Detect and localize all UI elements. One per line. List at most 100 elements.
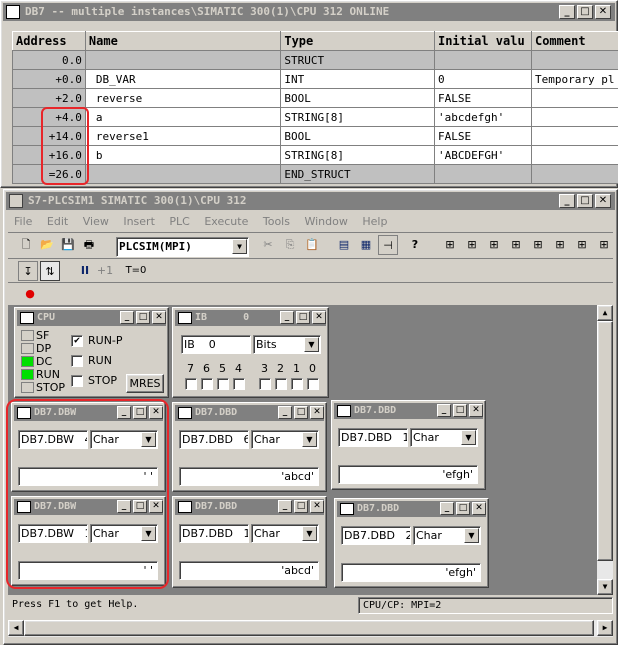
insert-generic-icon[interactable]: ⊞ [550,235,570,255]
row-name[interactable]: a [84,107,282,127]
row-type[interactable]: STRING[8] [280,145,435,165]
menu-help[interactable]: Help [362,215,387,228]
row-initial[interactable] [433,164,532,184]
row-comment[interactable] [530,126,618,146]
chevron-down-icon[interactable]: ▼ [464,528,479,543]
bit-checkbox[interactable] [233,378,245,390]
format-select[interactable]: Char ▼ [410,428,478,447]
save-icon[interactable]: 💾 [58,235,78,255]
bit-checkbox[interactable] [275,378,287,390]
insert-input-icon[interactable]: ⊞ [440,235,460,255]
address-input[interactable]: DB7.DBD 18 [179,524,249,543]
var-panel-titlebar[interactable]: DB7.DBD _ □ ✕ [175,499,324,515]
print-icon[interactable]: 🖶 [79,235,99,255]
row-comment[interactable]: Temporary pl [530,69,618,89]
row-comment[interactable] [530,164,618,184]
row-initial[interactable]: 0 [433,69,532,89]
mres-button[interactable]: MRES [126,374,164,393]
stop-checkbox[interactable] [71,375,83,387]
address-input[interactable]: DB7.DBW 4 [18,430,88,449]
row-comment[interactable] [530,107,618,127]
row-initial[interactable]: FALSE [433,126,532,146]
bit-checkbox[interactable] [291,378,303,390]
var-panel-titlebar[interactable]: DB7.DBD _ □ ✕ [334,403,483,419]
row-name[interactable]: reverse1 [84,126,282,146]
close-button[interactable]: ✕ [149,500,163,513]
h-scroll-thumb[interactable] [24,620,594,636]
chevron-down-icon[interactable]: ▼ [302,432,317,447]
minimize-button[interactable]: _ [440,502,454,515]
maximize-button[interactable]: □ [294,500,308,513]
chevron-down-icon[interactable]: ▼ [461,430,476,445]
scroll-up-button[interactable]: ▲ [597,305,613,321]
format-select[interactable]: Char ▼ [251,524,319,543]
menu-edit[interactable]: Edit [47,215,68,228]
menu-tools[interactable]: Tools [263,215,290,228]
var-panel-titlebar[interactable]: DB7.DBW _ □ ✕ [14,499,163,515]
ib-address-input[interactable]: IB 0 [181,335,251,354]
continuous-scan-icon[interactable]: ⇅ [40,261,60,281]
col-comment[interactable]: Comment [530,31,618,51]
format-select[interactable]: Char ▼ [251,430,319,449]
db-window-titlebar[interactable]: DB7 -- multiple instances\SIMATIC 300(1)… [3,3,615,21]
minimize-button[interactable]: _ [278,500,292,513]
table-row[interactable]: 0.0 STRUCT [12,50,618,70]
row-name[interactable]: b [84,145,282,165]
insert-output-icon[interactable]: ⊞ [462,235,482,255]
insert-vertical-bits-icon[interactable]: ⊞ [572,235,592,255]
var-panel-titlebar[interactable]: DB7.DBD _ □ ✕ [337,501,486,517]
new-icon[interactable]: 🗋 [16,235,36,255]
close-button[interactable]: ✕ [310,406,324,419]
cpu-panel-titlebar[interactable]: CPU _ □ ✕ [17,310,166,326]
scroll-left-button[interactable]: ◀ [8,620,24,636]
ib-minimize-button[interactable]: _ [280,311,294,324]
row-name[interactable]: reverse [84,88,282,108]
minimize-button[interactable]: _ [117,406,131,419]
close-button[interactable]: ✕ [469,404,483,417]
row-name[interactable] [84,164,282,184]
single-scan-icon[interactable]: ↧ [18,261,38,281]
next-scan-button[interactable]: +1 [95,261,115,281]
row-comment[interactable] [530,50,618,70]
row-initial[interactable]: FALSE [433,88,532,108]
help-icon[interactable]: ? [405,235,425,255]
pin-icon[interactable]: ⊣ [378,235,398,255]
table-row[interactable]: +0.0 DB_VAR INT 0 Temporary pl [12,69,618,89]
scroll-right-button[interactable]: ▶ [597,620,613,636]
col-name[interactable]: Name [84,31,282,51]
maximize-button[interactable]: □ [294,406,308,419]
bit-checkbox[interactable] [259,378,271,390]
menu-plc[interactable]: PLC [169,215,189,228]
col-type[interactable]: Type [280,31,435,51]
ib-maximize-button[interactable]: □ [296,311,310,324]
row-initial[interactable]: 'abcdefgh' [433,107,532,127]
chevron-down-icon[interactable]: ▼ [141,526,156,541]
vertical-scrollbar[interactable]: ▲ ▼ [597,305,613,595]
menu-window[interactable]: Window [304,215,347,228]
paste-icon[interactable]: 📋 [302,235,322,255]
address-input[interactable]: DB7.DBD 10 [338,428,408,447]
table-row[interactable]: +2.0 reverse BOOL FALSE [12,88,618,108]
bit-checkbox[interactable] [185,378,197,390]
table-row[interactable]: +14.0 reverse1 BOOL FALSE [12,126,618,146]
row-type[interactable]: BOOL [280,126,435,146]
minimize-button[interactable]: _ [559,5,575,19]
maximize-button[interactable]: □ [133,406,147,419]
row-comment[interactable] [530,88,618,108]
chevron-down-icon[interactable]: ▼ [302,526,317,541]
maximize-button[interactable]: □ [456,502,470,515]
cpu-maximize-button[interactable]: □ [136,311,150,324]
bit-checkbox[interactable] [201,378,213,390]
insert-marker-icon[interactable]: ⊞ [484,235,504,255]
table-row[interactable]: +16.0 b STRING[8] 'ABCDEFGH' [12,145,618,165]
insert-counter-icon[interactable]: ⊞ [528,235,548,255]
menu-view[interactable]: View [83,215,109,228]
record-icon[interactable]: ● [20,284,40,304]
var-panel-titlebar[interactable]: DB7.DBW _ □ ✕ [14,405,163,421]
table-row[interactable]: =26.0 END_STRUCT [12,164,618,184]
format-select[interactable]: Char ▼ [90,524,158,543]
row-name[interactable] [84,50,282,70]
var-panel-titlebar[interactable]: DB7.DBD _ □ ✕ [175,405,324,421]
cpu-close-button[interactable]: ✕ [152,311,166,324]
copy-icon[interactable]: ⎘ [280,235,300,255]
